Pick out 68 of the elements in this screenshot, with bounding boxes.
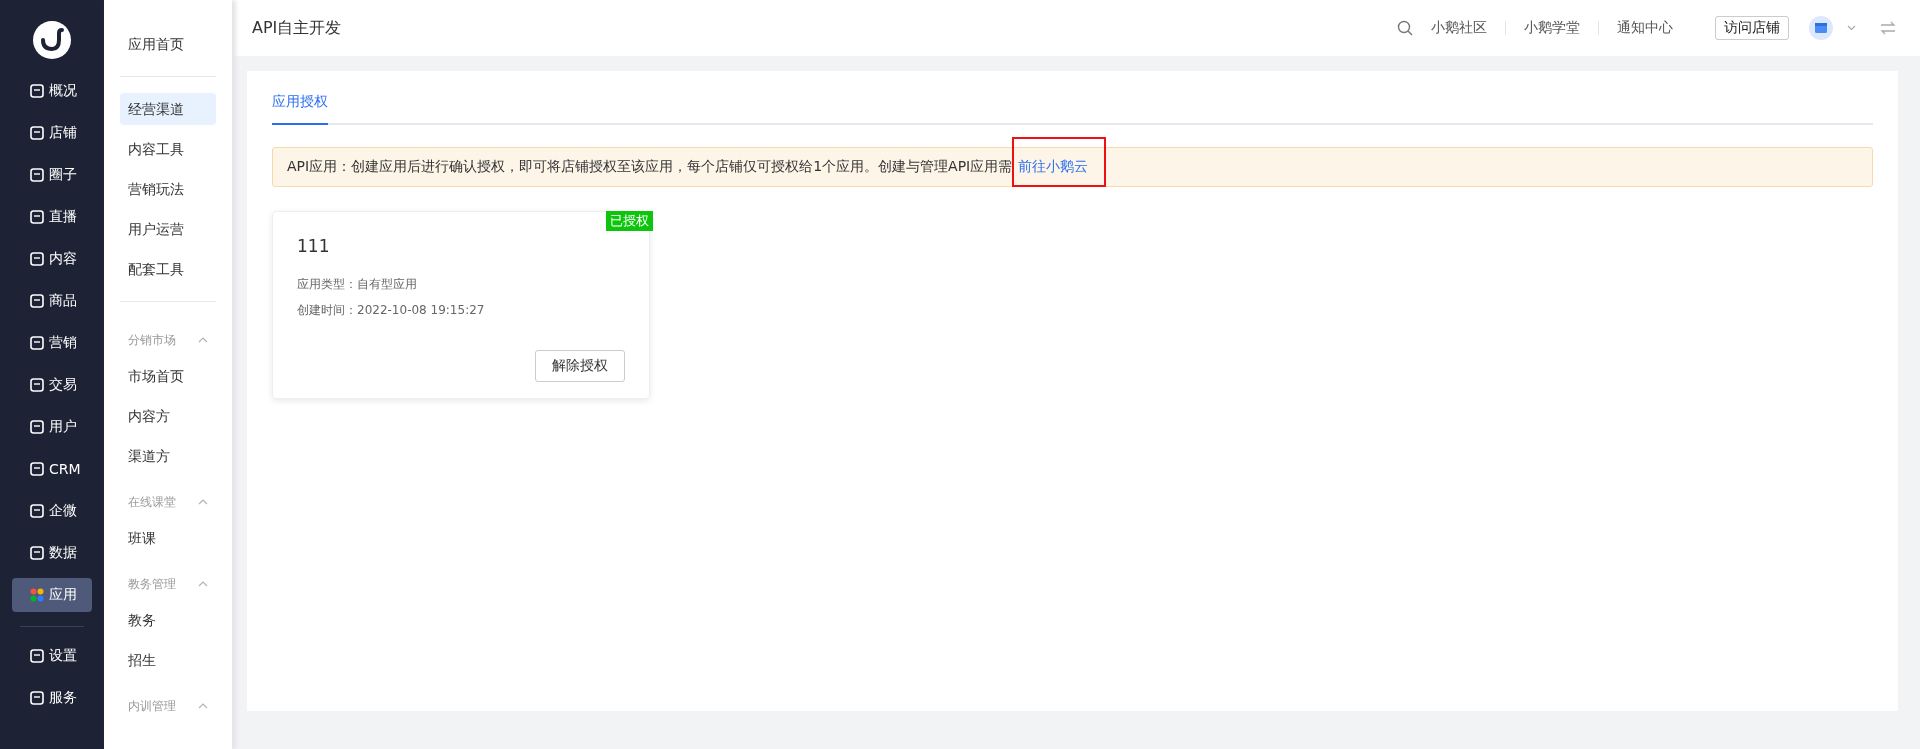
sub-nav-item[interactable]: 经营渠道 — [120, 93, 216, 125]
colored-dots-icon — [30, 588, 44, 602]
sub-nav-item[interactable]: 应用首页 — [120, 28, 216, 60]
cloud-link[interactable]: 前往小鹅云 — [1018, 158, 1089, 174]
nav-item[interactable]: CRM — [12, 452, 92, 486]
app-name: 111 — [297, 236, 331, 256]
sub-nav-item[interactable]: 教务 — [120, 604, 216, 636]
outline-square-icon — [30, 378, 44, 392]
sub-nav-item[interactable]: 营销玩法 — [120, 173, 216, 205]
group-title: 内训管理 — [128, 697, 176, 715]
search-icon[interactable] — [1397, 20, 1413, 36]
nav-item[interactable]: 数据 — [12, 536, 92, 570]
visit-store-button[interactable]: 访问店铺 — [1715, 16, 1789, 40]
nav-item[interactable]: 服务 — [12, 681, 92, 715]
nav-item[interactable]: 概况 — [12, 74, 92, 108]
nav-item[interactable]: 企微 — [12, 494, 92, 528]
swap-arrows-icon[interactable] — [1880, 21, 1896, 35]
outline-square-icon — [30, 210, 44, 224]
nav-item[interactable]: 内容 — [12, 242, 92, 276]
sub-nav-item[interactable]: 配套工具 — [120, 253, 216, 285]
group-title: 在线课堂 — [128, 493, 176, 511]
header-link[interactable]: 小鹅社区 — [1427, 19, 1491, 37]
outline-square-icon — [30, 252, 44, 266]
chevron-icon[interactable] — [198, 499, 208, 505]
outline-square-icon — [30, 546, 44, 560]
outline-square-icon — [30, 294, 44, 308]
outline-square-icon — [30, 168, 44, 182]
logo-icon — [33, 21, 71, 59]
chevron-icon[interactable] — [198, 337, 208, 343]
outline-square-icon — [30, 84, 44, 98]
sub-nav-item[interactable]: 渠道方 — [120, 440, 216, 472]
notice-text: API应用：创建应用后进行确认授权，即可将店铺授权至该应用，每个店铺仅可授权给1个应用。创建与管理API应用需 — [287, 158, 1013, 176]
header-link[interactable]: 通知中心 — [1613, 19, 1677, 37]
sub-nav-item[interactable]: 招生 — [120, 644, 216, 676]
outline-square-icon — [30, 691, 44, 705]
group-title: 分销市场 — [128, 331, 176, 349]
nav-item[interactable]: 设置 — [12, 639, 92, 673]
app-detail: 应用类型：自有型应用 — [297, 276, 418, 293]
page-title: API自主开发 — [252, 17, 342, 39]
header-link[interactable]: 小鹅学堂 — [1520, 19, 1584, 37]
nav-item[interactable]: 商品 — [12, 284, 92, 318]
nav-item[interactable]: 店铺 — [12, 116, 92, 150]
chevron-icon[interactable] — [198, 581, 208, 587]
sub-nav-item[interactable]: 用户运营 — [120, 213, 216, 245]
outline-square-icon — [30, 420, 44, 434]
nav-item[interactable]: 交易 — [12, 368, 92, 402]
revoke-button[interactable]: 解除授权 — [535, 350, 625, 382]
nav-item[interactable]: 应用 — [12, 578, 92, 612]
outline-square-icon — [30, 504, 44, 518]
app-detail: 创建时间：2022-10-08 19:15:27 — [297, 302, 486, 319]
nav-item[interactable]: 营销 — [12, 326, 92, 360]
outline-square-icon — [30, 126, 44, 140]
nav-item[interactable]: 用户 — [12, 410, 92, 444]
group-title: 教务管理 — [128, 575, 176, 593]
outline-square-icon — [30, 336, 44, 350]
sub-nav-item[interactable]: 班课 — [120, 522, 216, 554]
tab[interactable]: 应用授权 — [272, 83, 328, 125]
sub-nav-item[interactable]: 内容方 — [120, 400, 216, 432]
sub-nav-item[interactable]: 内容工具 — [120, 133, 216, 165]
nav-item[interactable]: 圈子 — [12, 158, 92, 192]
status-badge: 已授权 — [606, 211, 653, 231]
chevron-icon[interactable] — [198, 703, 208, 709]
sub-nav-item[interactable]: 市场首页 — [120, 360, 216, 392]
nav-item[interactable]: 直播 — [12, 200, 92, 234]
chevron-down-icon[interactable] — [1847, 25, 1856, 31]
store-avatar-icon[interactable] — [1809, 16, 1833, 40]
outline-square-icon — [30, 649, 44, 663]
outline-square-icon — [30, 462, 44, 476]
